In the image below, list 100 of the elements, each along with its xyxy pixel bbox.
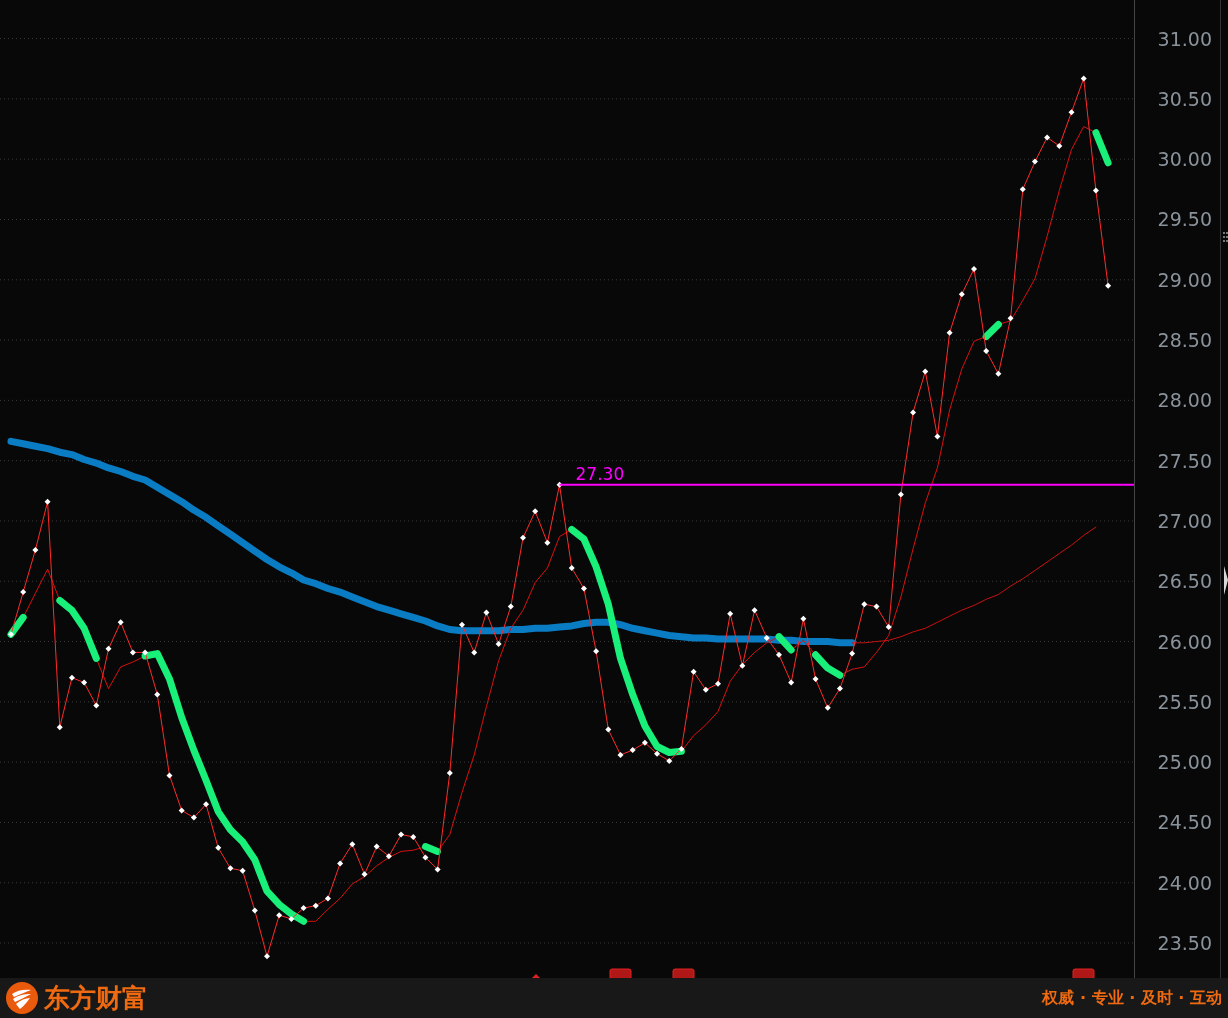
- brand-slogan: 权威 · 专业 · 及时 · 互动: [1042, 987, 1222, 1009]
- price-point: [32, 546, 39, 553]
- axis-label: 30.50: [1157, 87, 1212, 110]
- price-point: [349, 841, 356, 848]
- price-point: [1031, 158, 1038, 165]
- price-point: [1105, 282, 1112, 289]
- price-point: [702, 686, 709, 693]
- axis-label: 24.00: [1157, 871, 1212, 894]
- price-point: [1019, 186, 1026, 193]
- price-point: [373, 843, 380, 850]
- price-point: [1080, 75, 1087, 82]
- axis-label: 27.50: [1157, 449, 1212, 472]
- price-point: [849, 650, 856, 657]
- price-point: [20, 589, 27, 596]
- price-point: [324, 895, 331, 902]
- axis-label: 30.00: [1157, 148, 1212, 171]
- price-point: [666, 757, 673, 764]
- price-point: [520, 534, 526, 541]
- axis-label: 25.50: [1157, 690, 1212, 713]
- price-point: [727, 610, 734, 617]
- price-point: [337, 860, 344, 867]
- price-point: [751, 607, 758, 614]
- price-point: [690, 668, 697, 675]
- price-point: [532, 508, 539, 515]
- axis-label: 29.50: [1157, 208, 1212, 231]
- axis-label: 28.00: [1157, 389, 1212, 412]
- price-point: [422, 854, 429, 861]
- axis-label: 31.00: [1157, 27, 1212, 50]
- price-point: [215, 844, 222, 851]
- price-point: [739, 662, 746, 669]
- price-point: [93, 702, 100, 709]
- price-point: [154, 691, 161, 698]
- price-point: [763, 634, 770, 641]
- price-point: [446, 770, 453, 776]
- price-point: [593, 648, 600, 655]
- axis-label: 24.50: [1157, 811, 1212, 834]
- axis-label: 29.00: [1157, 268, 1212, 291]
- price-level-label: 27.30: [575, 463, 625, 484]
- axis-label: 26.00: [1157, 630, 1212, 653]
- price-point: [361, 871, 368, 878]
- price-point: [239, 867, 246, 874]
- price-point: [824, 704, 831, 711]
- price-point: [129, 649, 136, 656]
- price-point: [8, 631, 14, 638]
- axis-label: 26.50: [1157, 570, 1212, 593]
- price-point: [946, 329, 953, 336]
- price-point: [312, 902, 319, 909]
- price-point: [678, 745, 685, 752]
- brand-logo-icon: [6, 982, 38, 1014]
- axis-label: 25.00: [1157, 751, 1212, 774]
- price-point: [44, 498, 51, 505]
- price-point: [836, 685, 843, 692]
- price-point: [715, 680, 721, 687]
- price-point: [81, 679, 88, 686]
- drag-handle-icon[interactable]: [1223, 232, 1228, 242]
- axis-label: 27.00: [1157, 509, 1212, 532]
- price-point: [227, 865, 234, 872]
- axis-label: 23.50: [1157, 932, 1212, 955]
- price-point: [507, 603, 514, 610]
- price-point: [1068, 109, 1075, 116]
- price-point: [641, 739, 648, 746]
- price-point: [800, 615, 807, 622]
- price-point: [178, 807, 185, 814]
- event-marker-icon[interactable]: [672, 968, 695, 978]
- price-point: [203, 801, 210, 808]
- price-point: [434, 866, 441, 873]
- price-point: [117, 619, 124, 626]
- price-point: [385, 853, 392, 860]
- price-point: [544, 539, 551, 546]
- price-point: [410, 833, 417, 840]
- price-point: [617, 751, 624, 758]
- price-point: [56, 724, 63, 731]
- expand-arrow-icon[interactable]: [1224, 566, 1228, 595]
- price-point: [958, 291, 965, 298]
- price-point: [166, 772, 173, 779]
- price-point: [264, 953, 270, 960]
- event-marker-icon[interactable]: [1072, 968, 1095, 978]
- price-point: [910, 409, 917, 416]
- price-point: [495, 640, 502, 647]
- price-point: [897, 491, 904, 498]
- price-point: [873, 603, 880, 610]
- event-marker-icon[interactable]: [609, 968, 632, 978]
- price-point: [1007, 315, 1014, 322]
- brand-name: 东方财富: [44, 981, 148, 1015]
- price-point: [276, 912, 283, 919]
- price-point: [556, 481, 563, 488]
- price-point: [605, 726, 612, 733]
- axis-label: 28.50: [1157, 329, 1212, 352]
- price-point: [251, 907, 258, 914]
- price-point: [471, 649, 478, 656]
- price-point: [300, 905, 307, 912]
- price-point: [68, 674, 75, 681]
- price-point: [861, 601, 868, 608]
- price-point: [629, 747, 636, 754]
- price-point: [483, 609, 490, 616]
- price-point: [922, 368, 929, 375]
- price-point: [934, 433, 941, 440]
- price-point: [288, 915, 295, 922]
- price-point: [1056, 142, 1063, 149]
- price-point: [398, 831, 405, 838]
